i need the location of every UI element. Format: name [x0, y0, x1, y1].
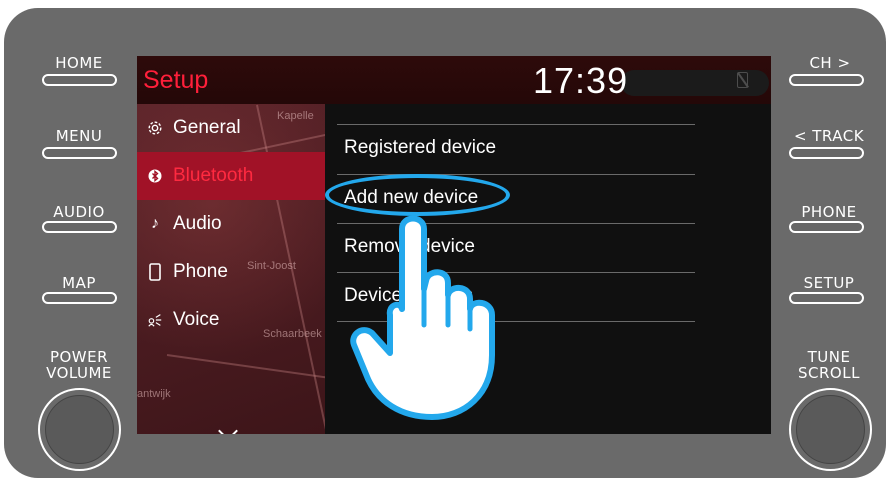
ch-button[interactable]: [789, 74, 864, 86]
list-item-label: Device settings: [344, 285, 473, 306]
phone-label: PHONE: [801, 203, 857, 221]
power-volume-label: POWER VOLUME: [36, 349, 122, 381]
tune-scroll-label: TUNE SCROLL: [784, 349, 874, 381]
map-label: MAP: [62, 274, 96, 292]
phone-disconnected-icon: [737, 72, 748, 88]
list-item-device-settings[interactable]: Device settings: [325, 273, 771, 321]
voice-icon: [147, 310, 163, 330]
list-item-registered-device[interactable]: Registered device: [325, 125, 771, 173]
sidebar-item-audio[interactable]: ♪ Audio: [137, 200, 325, 248]
sidebar-item-phone[interactable]: Phone: [137, 248, 325, 296]
home-button[interactable]: [42, 74, 117, 86]
volume-text: VOLUME: [46, 364, 112, 382]
phone-hw-button[interactable]: [789, 221, 864, 233]
list-item-label: Add new device: [344, 187, 479, 208]
track-label: < TRACK: [793, 127, 865, 145]
bluetooth-menu-list: Registered device Add new device Remove …: [325, 104, 771, 434]
list-divider: [337, 321, 695, 322]
menu-label: MENU: [55, 127, 103, 145]
gear-icon: [147, 118, 163, 138]
sidebar-item-label: Phone: [173, 261, 228, 282]
map-label: antwijk: [137, 388, 171, 400]
page-title: Setup: [143, 66, 209, 94]
music-note-icon: ♪: [151, 215, 159, 232]
sidebar-item-label: General: [173, 117, 241, 138]
track-button[interactable]: [789, 147, 864, 159]
ch-label: CH >: [809, 54, 851, 72]
touch-screen: Setup 17:39 Schaarbeek Kapelle Sint-Joos…: [137, 56, 771, 434]
map-button[interactable]: [42, 292, 117, 304]
tune-knob[interactable]: [789, 388, 872, 471]
sidebar-item-general[interactable]: General: [137, 104, 325, 152]
setup-label: SETUP: [803, 274, 855, 292]
list-item-add-new-device[interactable]: Add new device: [325, 175, 771, 223]
volume-knob-cap: [45, 395, 114, 464]
phone-icon: [147, 262, 163, 282]
sidebar: Schaarbeek Kapelle Sint-Joost antwijk Ge…: [137, 104, 325, 434]
sidebar-item-bluetooth[interactable]: Bluetooth: [137, 152, 325, 200]
audio-button[interactable]: [42, 221, 117, 233]
sidebar-item-voice[interactable]: Voice: [137, 296, 325, 344]
audio-label: AUDIO: [53, 203, 105, 221]
setup-button[interactable]: [789, 292, 864, 304]
menu-button[interactable]: [42, 147, 117, 159]
top-bar: Setup 17:39: [137, 56, 771, 104]
home-label: HOME: [55, 54, 103, 72]
list-item-label: Registered device: [344, 137, 497, 158]
tune-knob-cap: [796, 395, 865, 464]
sidebar-item-label: Voice: [173, 309, 220, 330]
list-item-remove-device[interactable]: Remove device: [325, 224, 771, 272]
bluetooth-icon: [147, 166, 163, 186]
list-item-label: Remove device: [344, 236, 475, 257]
clock: 17:39: [533, 60, 629, 101]
sidebar-item-label: Audio: [173, 213, 222, 234]
sidebar-item-label: Bluetooth: [173, 165, 254, 186]
volume-knob[interactable]: [38, 388, 121, 471]
scroll-text: SCROLL: [798, 364, 860, 382]
